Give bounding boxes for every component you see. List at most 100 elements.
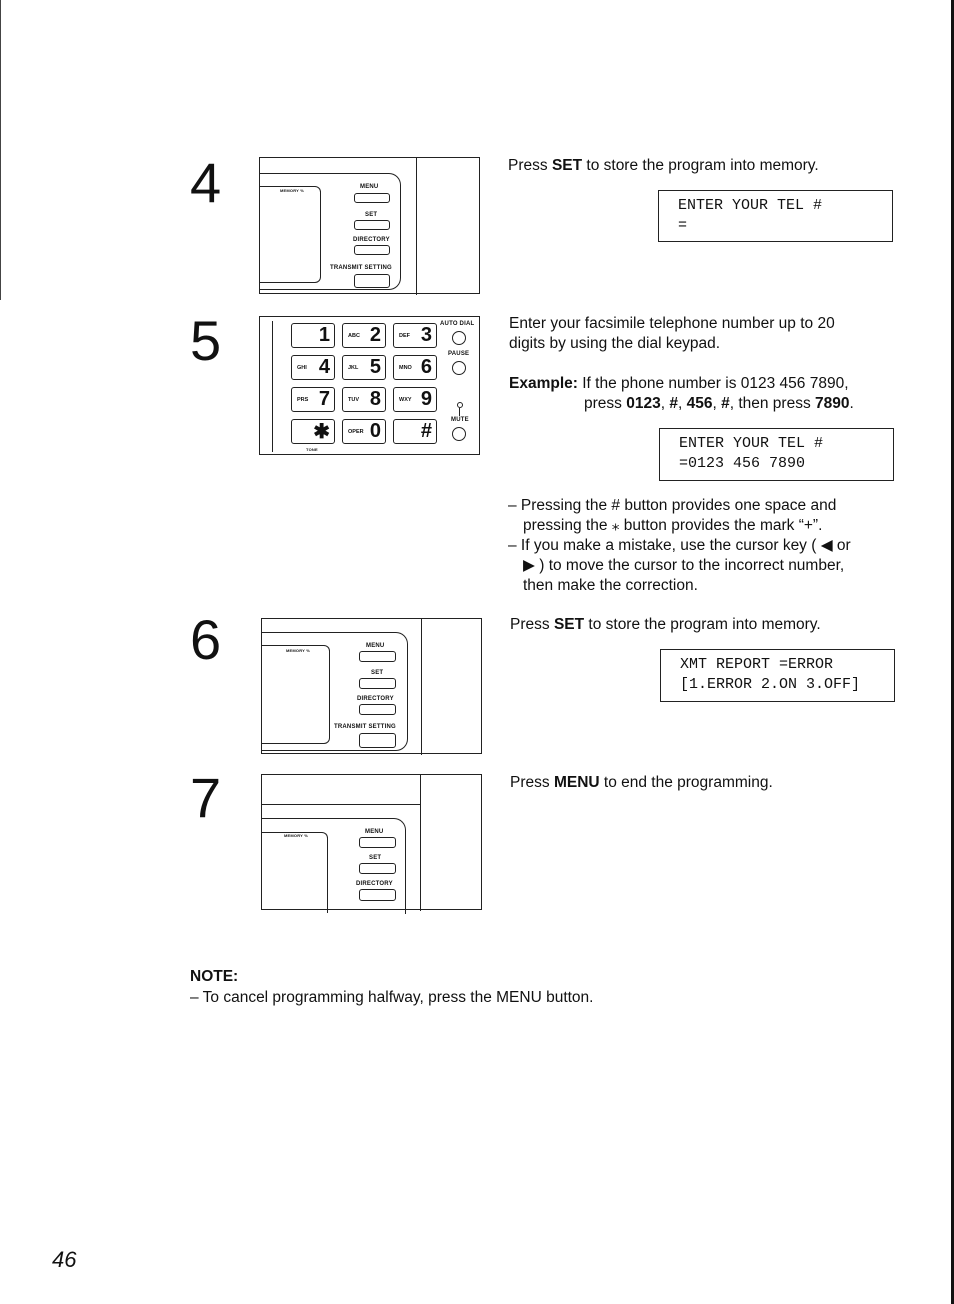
keypad-key[interactable]: WXY 9 xyxy=(393,387,437,412)
key-digit: 2 xyxy=(369,324,381,346)
tone-label: TONE xyxy=(306,447,318,452)
directory-button[interactable] xyxy=(359,889,396,901)
lcd-screen-frame xyxy=(260,186,321,283)
key-sequence: # xyxy=(721,395,730,412)
control-panel-illustration-step6: MEMORY % MENU SET DIRECTORY TRANSMIT SET… xyxy=(261,618,482,755)
menu-label: MENU xyxy=(365,829,384,835)
menu-label: MENU xyxy=(360,184,379,190)
step-number-5: 5 xyxy=(190,309,222,372)
keypad-illustration: 1 ABC 2 DEF 3 GHI 4 JKL 5 MNO 6 PRS 7 TUV 8 WXY 9 ✱ OPER 0 #… xyxy=(259,316,480,455)
menu-button[interactable] xyxy=(359,651,396,662)
page-number: 46 xyxy=(52,1247,77,1272)
set-label: SET xyxy=(369,855,382,861)
key-sequence: 456 xyxy=(686,395,713,412)
keypad-key[interactable]: # xyxy=(393,419,437,444)
key-digit: 0 xyxy=(369,420,381,442)
divider xyxy=(421,619,422,755)
keypad-key[interactable]: PRS 7 xyxy=(291,387,335,412)
memory-label: MEMORY % xyxy=(284,833,309,838)
page-edge-left xyxy=(0,0,1,300)
key-letters: PRS xyxy=(297,397,309,403)
key-letters: GHI xyxy=(297,365,307,371)
menu-button[interactable] xyxy=(359,837,396,848)
example-keys: press 0123, #, 456, #, then press 7890. xyxy=(509,394,854,414)
key-digit: 5 xyxy=(369,356,381,378)
mute-button[interactable] xyxy=(452,427,466,441)
example-text: . xyxy=(849,395,854,412)
key-letters: JKL xyxy=(348,365,359,371)
set-button[interactable] xyxy=(359,863,396,874)
keypad-key[interactable]: JKL 5 xyxy=(342,355,386,380)
key-digit: 4 xyxy=(318,356,330,378)
step5-notes: – Pressing the # button provides one spa… xyxy=(508,497,851,594)
keypad-key[interactable]: 1 xyxy=(291,323,335,348)
key-letters: MNO xyxy=(399,365,412,371)
lcd-display-step4: ENTER YOUR TEL # = xyxy=(658,190,893,242)
example-label: Example: xyxy=(509,375,578,392)
step-number-6: 6 xyxy=(190,608,222,671)
step6-instruction: Press SET to store the program into memo… xyxy=(510,616,821,633)
key-sequence: 0123 xyxy=(626,395,661,412)
keypad-key[interactable]: ABC 2 xyxy=(342,323,386,348)
key-digit: # xyxy=(420,420,432,442)
memory-label: MEMORY % xyxy=(280,188,305,193)
key-letters: OPER xyxy=(348,429,364,435)
key-digit: 8 xyxy=(369,388,381,410)
pause-label: PAUSE xyxy=(448,351,470,357)
keypad-key[interactable]: DEF 3 xyxy=(393,323,437,348)
key-digit: ✱ xyxy=(313,421,330,443)
set-label: SET xyxy=(365,212,378,218)
indicator-line xyxy=(459,408,460,416)
mute-label: MUTE xyxy=(451,417,469,423)
keypad-key[interactable]: OPER 0 xyxy=(342,419,386,444)
keypad-key[interactable]: MNO 6 xyxy=(393,355,437,380)
directory-button[interactable] xyxy=(359,704,396,715)
example-text: , then press xyxy=(729,395,815,412)
step4-instruction: Press SET to store the program into memo… xyxy=(508,157,819,174)
step-number-4: 4 xyxy=(190,151,222,214)
keypad-key[interactable]: ✱ xyxy=(291,419,335,444)
divider xyxy=(416,158,417,295)
example-text: , xyxy=(677,395,687,412)
key-digit: 1 xyxy=(318,324,330,346)
auto-dial-button[interactable] xyxy=(452,331,466,345)
lcd-display-step6: XMT REPORT =ERROR [1.ERROR 2.ON 3.OFF] xyxy=(660,649,895,702)
key-digit: 3 xyxy=(420,324,432,346)
note-text: – To cancel programming halfway, press t… xyxy=(190,989,594,1006)
keypad-key[interactable]: TUV 8 xyxy=(342,387,386,412)
key-sequence: 7890 xyxy=(815,395,850,412)
lcd-display-step5: ENTER YOUR TEL # =0123 456 7890 xyxy=(659,428,894,481)
directory-label: DIRECTORY xyxy=(353,237,390,243)
example-text: press xyxy=(584,395,627,412)
set-key-ref: SET xyxy=(551,157,583,174)
key-letters: DEF xyxy=(399,333,410,339)
directory-button[interactable] xyxy=(354,245,390,255)
step5-instruction: Enter your facsimile telephone number up… xyxy=(509,315,835,352)
key-digit: 6 xyxy=(420,356,432,378)
menu-label: MENU xyxy=(366,643,385,649)
panel-top-edge xyxy=(262,804,420,805)
menu-button[interactable] xyxy=(354,193,390,203)
set-button[interactable] xyxy=(359,678,396,689)
transmit-setting-button[interactable] xyxy=(359,733,396,748)
control-panel-illustration-step7: MEMORY % MENU SET DIRECTORY xyxy=(261,774,482,914)
memory-label: MEMORY % xyxy=(286,648,311,653)
control-panel-illustration-step4: MEMORY % MENU SET DIRECTORY TRANSMIT SET… xyxy=(259,157,480,295)
directory-label: DIRECTORY xyxy=(357,696,394,702)
example-text: , xyxy=(712,395,722,412)
keypad-key[interactable]: GHI 4 xyxy=(291,355,335,380)
key-digit: 9 xyxy=(420,388,432,410)
step7-instruction: Press MENU to end the programming. xyxy=(510,774,773,791)
pause-button[interactable] xyxy=(452,361,466,375)
transmit-setting-button[interactable] xyxy=(354,274,390,288)
auto-dial-label: AUTO DIAL xyxy=(440,321,475,327)
step-number-7: 7 xyxy=(190,766,222,829)
key-sequence: # xyxy=(669,395,678,412)
key-letters: TUV xyxy=(348,397,359,403)
set-button[interactable] xyxy=(354,220,390,230)
mute-indicator-icon xyxy=(457,402,463,408)
directory-label: DIRECTORY xyxy=(356,881,393,887)
set-label: SET xyxy=(371,670,384,676)
keypad-edge xyxy=(272,321,273,452)
lcd-screen-frame xyxy=(262,832,328,913)
